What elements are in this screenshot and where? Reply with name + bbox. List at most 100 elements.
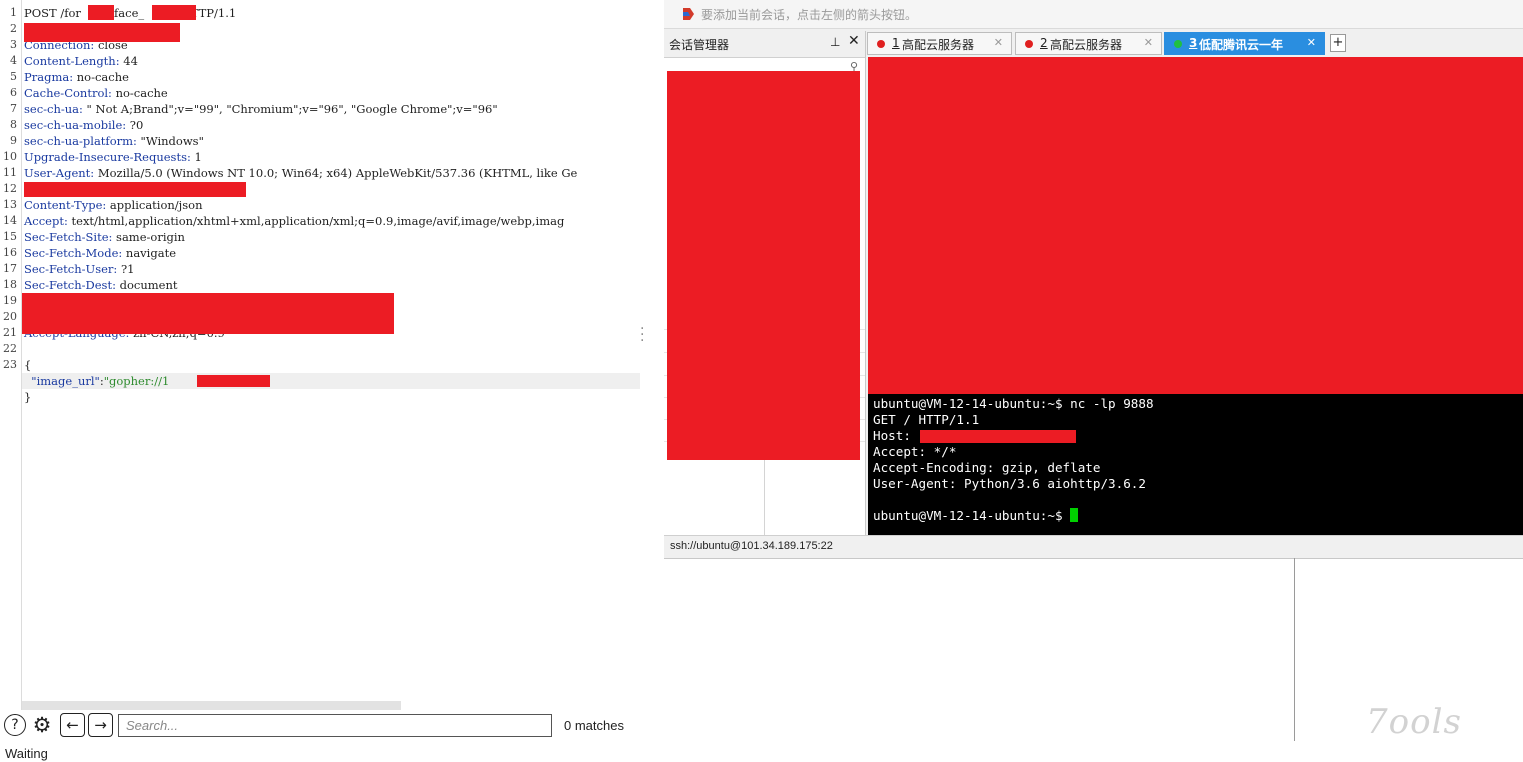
redaction-block: [24, 23, 180, 42]
line-code: Sec-Fetch-Mode: navigate: [24, 246, 177, 260]
terminal-line: Accept-Encoding: gzip, deflate: [873, 460, 1101, 475]
terminal-cursor: [1070, 508, 1079, 522]
editor-line: 4 Content-Length: 44: [0, 53, 648, 69]
line-code: POST /for /face_ HTTP/1.1: [24, 6, 237, 20]
tab-number: 3: [1189, 36, 1198, 50]
line-code: User-Agent: Mozilla/5.0 (Windows NT 10.0…: [24, 166, 578, 180]
line-number: 10: [3, 150, 17, 163]
line-number: 9: [10, 134, 17, 147]
arrow-left-icon: ←: [66, 716, 79, 734]
close-icon[interactable]: ✕: [1144, 36, 1153, 49]
connection-status-bar: ssh://ubuntu@101.34.189.175:22: [664, 535, 1523, 558]
editor-line: 8 sec-ch-ua-mobile: ?0: [0, 117, 648, 133]
terminal[interactable]: ubuntu@VM-12-14-ubuntu:~$ nc -lp 9888 GE…: [868, 57, 1523, 535]
editor-line: 5 Pragma: no-cache: [0, 69, 648, 85]
line-code: Sec-Fetch-User: ?1: [24, 262, 135, 276]
arrow-right-icon: →: [94, 716, 107, 734]
line-number: 22: [3, 342, 17, 355]
line-code: {: [24, 358, 32, 372]
redaction-block: [197, 375, 270, 387]
terminal-prompt-line: ubuntu@VM-12-14-ubuntu:~$: [873, 508, 1079, 524]
next-match-button[interactable]: →: [88, 713, 113, 737]
line-number: 20: [3, 310, 17, 323]
redaction-block: [24, 182, 246, 197]
splitter-handle[interactable]: · · ·: [640, 322, 644, 348]
line-number: 3: [10, 38, 17, 51]
tab-number: 1: [892, 36, 900, 50]
line-code: Accept: text/html,application/xhtml+xml,…: [24, 214, 565, 228]
settings-button[interactable]: ⚙: [31, 713, 53, 737]
line-code: sec-ch-ua-platform: "Windows": [24, 134, 204, 148]
redaction-block: [22, 293, 394, 334]
line-number: 12: [3, 182, 17, 195]
divider-line: [1294, 558, 1295, 741]
line-code: Upgrade-Insecure-Requests: 1: [24, 150, 202, 164]
editor-line: 15 Sec-Fetch-Site: same-origin: [0, 229, 648, 245]
redaction-block: [152, 5, 196, 20]
request-editor[interactable]: 1 POST /for /face_ HTTP/1.1 2 3 Connection: …: [0, 0, 648, 710]
line-code: Cache-Control: no-cache: [24, 86, 168, 100]
search-input[interactable]: [118, 714, 552, 737]
line-code: Content-Type: application/json: [24, 198, 203, 212]
line-code: Pragma: no-cache: [24, 70, 129, 84]
editor-line: 22: [0, 341, 648, 357]
watermark-logo: 7ools: [1366, 702, 1462, 742]
tab-label: 高配云服务器: [1050, 38, 1123, 52]
tab-label: 高配云服务器: [902, 38, 975, 52]
redaction-block: [868, 57, 1523, 394]
tab-session-2[interactable]: 2 高配云服务器 ✕: [1015, 32, 1162, 55]
line-number: 21: [3, 326, 17, 339]
session-manager-header: 会话管理器 ⊥ ✕: [664, 31, 865, 58]
session-hint-bar: 要添加当前会话，点击左侧的箭头按钮。: [664, 0, 1523, 29]
redaction-block: [88, 5, 114, 20]
session-manager-title: 会话管理器: [669, 38, 730, 52]
editor-line: 13 Content-Type: application/json: [0, 197, 648, 213]
line-number: 14: [3, 214, 17, 227]
connection-address: ssh://ubuntu@101.34.189.175:22: [670, 540, 833, 552]
new-tab-button[interactable]: +: [1330, 34, 1346, 52]
editor-line: 23 {: [0, 357, 648, 373]
line-number: 15: [3, 230, 17, 243]
pin-icon[interactable]: ⊥: [830, 35, 840, 49]
line-number: 13: [3, 198, 17, 211]
tab-session-3[interactable]: 3 低配腾讯云一年 ✕: [1164, 32, 1325, 55]
editor-line: 9 sec-ch-ua-platform: "Windows": [0, 133, 648, 149]
editor-line: 18 Sec-Fetch-Dest: document: [0, 277, 648, 293]
editor-line: 17 Sec-Fetch-User: ?1: [0, 261, 648, 277]
line-code: sec-ch-ua-mobile: ?0: [24, 118, 144, 132]
line-number: 5: [10, 70, 17, 83]
close-icon[interactable]: ✕: [994, 36, 1003, 49]
editor-line: 16 Sec-Fetch-Mode: navigate: [0, 245, 648, 261]
line-code: sec-ch-ua: " Not A;Brand";v="99", "Chrom…: [24, 102, 498, 116]
close-icon[interactable]: ✕: [1307, 36, 1316, 49]
close-icon[interactable]: ✕: [848, 33, 860, 49]
status-dot: [1174, 40, 1182, 48]
line-number: 11: [3, 166, 17, 179]
editor-line: }: [0, 389, 648, 405]
tab-label: 低配腾讯云一年: [1199, 38, 1284, 52]
line-code: Sec-Fetch-Site: same-origin: [24, 230, 185, 244]
line-number: 6: [10, 86, 17, 99]
gear-icon: ⚙: [32, 713, 52, 737]
redaction-block: [920, 430, 1076, 443]
bookmark-arrow-icon[interactable]: [683, 8, 694, 20]
terminal-line: ubuntu@VM-12-14-ubuntu:~$ nc -lp 9888: [873, 396, 1154, 411]
editor-line: 7 sec-ch-ua: " Not A;Brand";v="99", "Chro…: [0, 101, 648, 117]
terminal-line: Accept: */*: [873, 444, 957, 459]
help-icon: ?: [11, 717, 19, 733]
editor-line: 14 Accept: text/html,application/xhtml+xm…: [0, 213, 648, 229]
line-number: 23: [3, 358, 17, 371]
previous-match-button[interactable]: ←: [60, 713, 85, 737]
terminal-line: User-Agent: Python/3.6 aiohttp/3.6.2: [873, 476, 1146, 491]
line-number: 2: [10, 22, 17, 35]
editor-line: 10 Upgrade-Insecure-Requests: 1: [0, 149, 648, 165]
help-button[interactable]: ?: [4, 714, 26, 736]
tab-session-1[interactable]: 1 高配云服务器 ✕: [867, 32, 1012, 55]
horizontal-scrollbar[interactable]: [22, 701, 401, 710]
line-code: Sec-Fetch-Dest: document: [24, 278, 178, 292]
editor-line: 11 User-Agent: Mozilla/5.0 (Windows NT 10…: [0, 165, 648, 181]
line-number: 18: [3, 278, 17, 291]
line-number: 16: [3, 246, 17, 259]
line-number: 4: [10, 54, 17, 67]
line-number: 1: [10, 6, 17, 19]
